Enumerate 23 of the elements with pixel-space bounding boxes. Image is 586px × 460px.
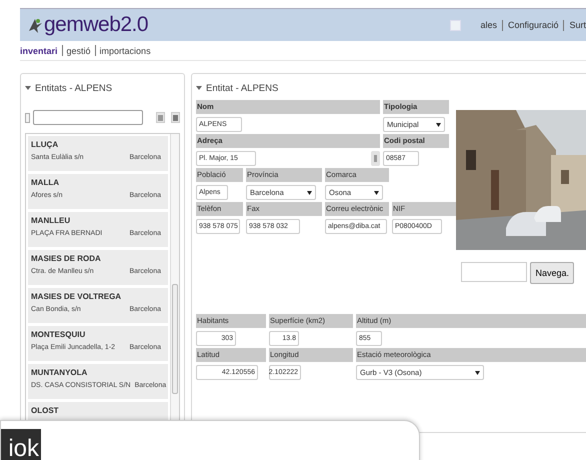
header-link[interactable]: Surt (569, 20, 586, 30)
checkbox[interactable] (25, 112, 30, 122)
caret-icon (436, 122, 441, 126)
collapse-icon[interactable] (25, 85, 31, 91)
header-link[interactable]: Configuració (508, 20, 558, 30)
toolbar-button[interactable] (156, 112, 166, 123)
app-logo: gemweb2.0 (44, 13, 148, 37)
panel-title: Entitats - ALPENS (35, 82, 112, 94)
caret-icon (374, 190, 379, 194)
search-field[interactable] (33, 110, 144, 125)
navigate-button[interactable]: Navega. (530, 262, 574, 284)
toolbar-button[interactable] (171, 112, 180, 123)
location-field[interactable] (461, 262, 528, 282)
logo-icon (26, 16, 44, 34)
nav-tab[interactable]: inventari (20, 46, 58, 56)
panel-title: Entitat - ALPENS (206, 82, 278, 94)
user-link[interactable]: ales (480, 20, 497, 30)
collapse-icon[interactable] (196, 85, 202, 91)
overlay-logo: iok (1, 429, 41, 460)
nav-tab[interactable]: gestió (66, 46, 91, 56)
caret-icon (307, 190, 312, 194)
caret-icon (475, 370, 480, 374)
nav-tab[interactable]: importacions (100, 46, 151, 56)
